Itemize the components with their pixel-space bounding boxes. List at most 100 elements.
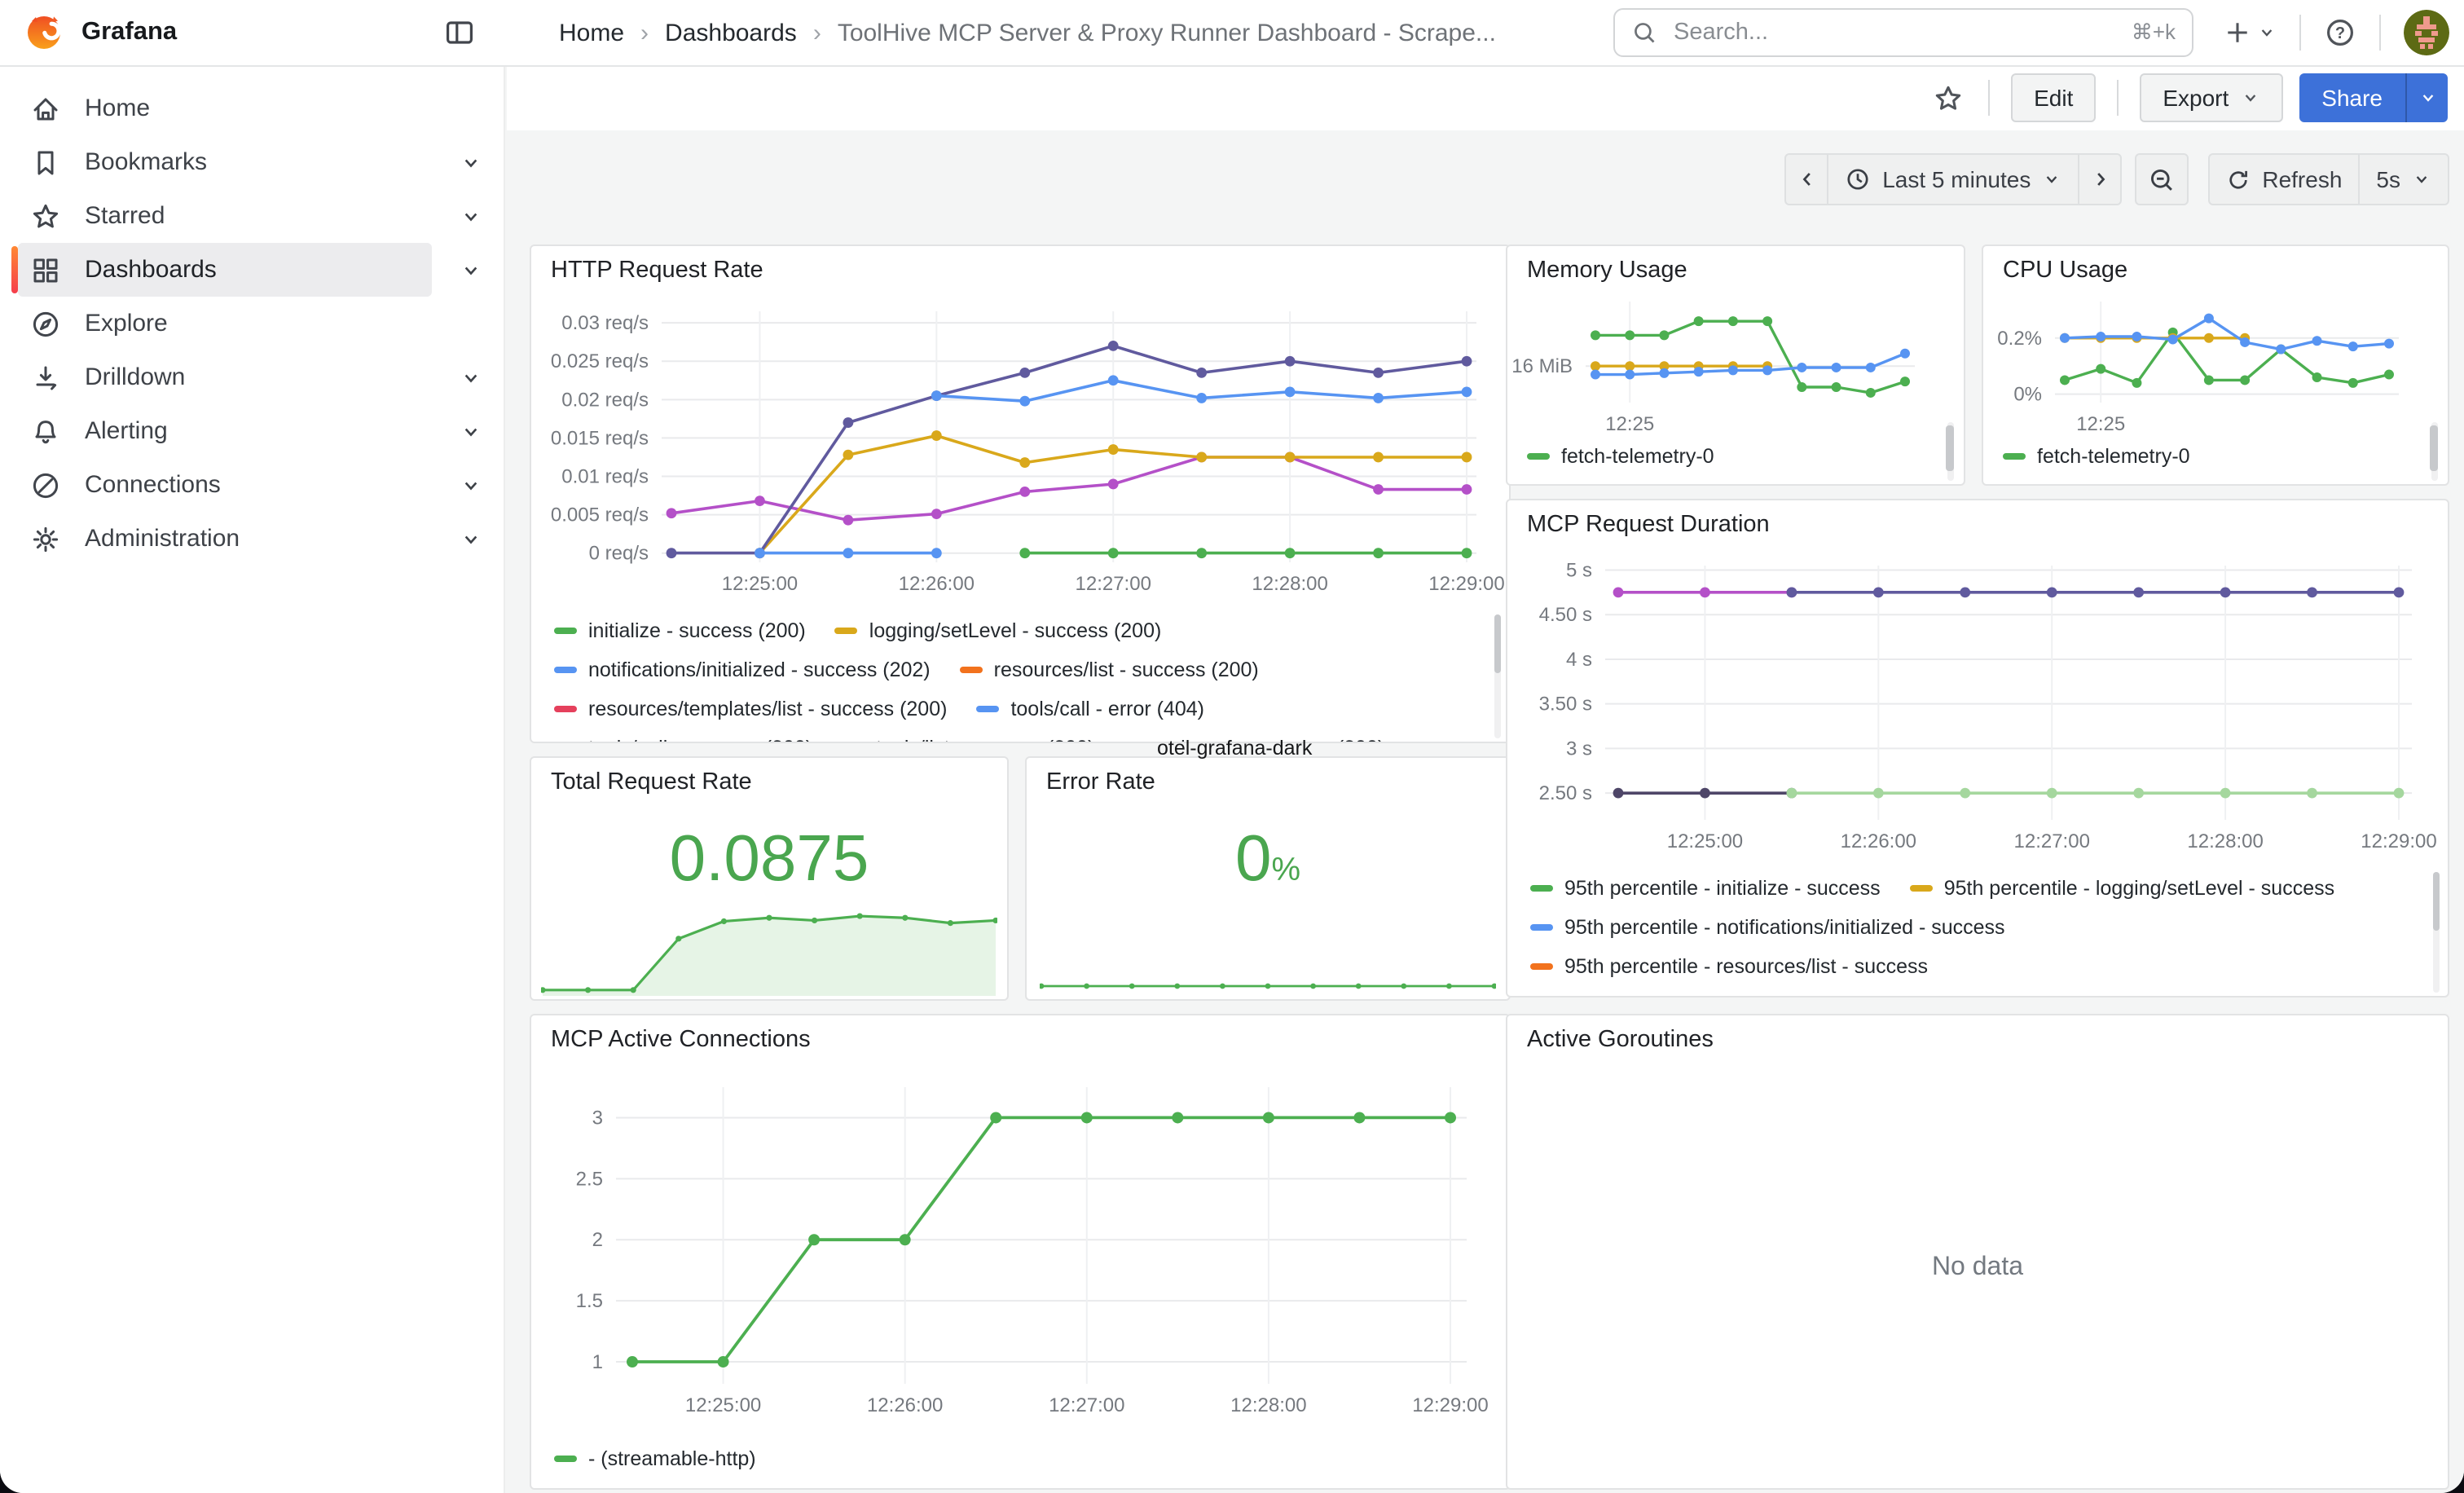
sidebar-item-home[interactable]: Home xyxy=(0,81,504,135)
memory-usage-chart: 16 MiB12:25 xyxy=(1514,288,1941,432)
breadcrumb-current: ToolHive MCP Server & Proxy Runner Dashb… xyxy=(838,19,1496,46)
legend-swatch xyxy=(2003,453,2026,460)
legend-item[interactable]: fetch-telemetry-0 xyxy=(1527,445,1714,468)
export-button[interactable]: Export xyxy=(2140,73,2282,122)
connections-legend: - (streamable-http) xyxy=(554,1439,756,1478)
mcp-request-duration-chart: 5 s4.50 s4 s3.50 s3 s2.50 s12:25:0012:26… xyxy=(1524,549,2435,862)
share-split-button: Share xyxy=(2299,73,2448,122)
sidebar-item-drilldown[interactable]: Drilldown xyxy=(0,350,504,404)
chevron-down-icon[interactable] xyxy=(460,366,482,389)
edit-button[interactable]: Edit xyxy=(2011,73,2096,122)
search-input[interactable] xyxy=(1670,18,2132,47)
legend-scrollbar[interactable] xyxy=(2430,425,2438,471)
chevron-down-icon[interactable] xyxy=(460,527,482,550)
sidebar-item-connections[interactable]: Connections xyxy=(0,458,504,512)
legend-item[interactable]: 95th percentile - notifications/initiali… xyxy=(1530,916,2005,939)
legend-item[interactable]: fetch-telemetry-0 xyxy=(2003,445,2190,468)
legend-scrollbar[interactable] xyxy=(1946,425,1954,471)
share-button[interactable]: Share xyxy=(2299,73,2405,122)
search-box[interactable]: ⌘+k xyxy=(1613,8,2193,57)
svg-text:12:27:00: 12:27:00 xyxy=(2014,830,2090,852)
panel-title[interactable]: MCP Request Duration xyxy=(1527,512,1770,538)
legend-item[interactable]: logging/setLevel - success (200) xyxy=(835,619,1162,642)
favorite-star-button[interactable] xyxy=(1929,79,1967,117)
refresh-interval-button[interactable]: 5s xyxy=(2358,153,2449,205)
chevron-down-icon[interactable] xyxy=(460,420,482,443)
legend-item[interactable]: 95th percentile - resources/templates/li… xyxy=(1530,994,2022,996)
legend-item[interactable]: 95th percentile - logging/setLevel - suc… xyxy=(1910,877,2334,900)
help-icon: ? xyxy=(2324,16,2356,49)
legend-item[interactable]: 95th percentile - initialize - success xyxy=(1530,877,1881,900)
legend-item[interactable]: resources/templates/list - success (200) xyxy=(554,698,947,720)
stat-value: 0.0875 xyxy=(531,826,1007,892)
panel-mcp-request-duration: MCP Request Duration 5 s4.50 s4 s3.50 s3… xyxy=(1506,499,2449,998)
panel-title[interactable]: MCP Active Connections xyxy=(551,1027,811,1053)
legend-label: 95th percentile - notifications/initiali… xyxy=(1564,916,2005,939)
legend-scrollbar[interactable] xyxy=(2433,872,2440,931)
sidebar-item-label: Connections xyxy=(85,471,221,499)
sidebar-item-label: Dashboards xyxy=(85,256,217,284)
mcp-active-connections-chart: 11.522.5312:25:0012:26:0012:27:0012:28:0… xyxy=(548,1068,1496,1429)
sidebar-item-administration[interactable]: Administration xyxy=(0,512,504,566)
sidebar-toggle-button[interactable] xyxy=(440,13,479,52)
sidebar-item-label: Bookmarks xyxy=(85,148,207,176)
svg-text:4 s: 4 s xyxy=(1566,649,1592,671)
legend-item[interactable]: tools/call - error (404) xyxy=(976,698,1204,720)
legend-item[interactable]: - (streamable-http) xyxy=(554,1447,756,1470)
legend-item[interactable]: initialize - success (200) xyxy=(554,619,806,642)
new-button[interactable] xyxy=(2220,15,2280,51)
panel-memory-usage: Memory Usage 16 MiB12:25 fetch-telemetry… xyxy=(1506,244,1965,486)
legend-swatch xyxy=(960,667,983,673)
http-legend: initialize - success (200) logging/setLev… xyxy=(554,611,1460,742)
star-icon xyxy=(1933,82,1964,113)
svg-text:0.2%: 0.2% xyxy=(1997,328,2042,350)
chevron-down-icon[interactable] xyxy=(460,205,482,227)
legend-item[interactable]: unknown - success (200) xyxy=(1124,737,1384,742)
panel-title[interactable]: HTTP Request Rate xyxy=(551,258,763,284)
legend-scrollbar[interactable] xyxy=(1494,614,1501,673)
gear-icon xyxy=(29,522,62,555)
help-button[interactable]: ? xyxy=(2321,13,2360,52)
legend-label: tools/call - success (200) xyxy=(588,737,812,742)
panel-title[interactable]: Error Rate xyxy=(1046,769,1155,795)
chevron-down-icon[interactable] xyxy=(460,151,482,174)
user-avatar[interactable] xyxy=(2404,10,2449,55)
time-range-button[interactable]: Last 5 minutes xyxy=(1827,153,2079,205)
sidebar-item-explore[interactable]: Explore xyxy=(0,297,504,350)
breadcrumb-home[interactable]: Home xyxy=(559,19,624,46)
chevron-down-icon[interactable] xyxy=(460,473,482,496)
panel-title[interactable]: CPU Usage xyxy=(2003,258,2127,284)
svg-text:16 MiB: 16 MiB xyxy=(1511,355,1573,377)
legend-item[interactable]: tools/list - success (200) xyxy=(842,737,1094,742)
zoom-out-icon xyxy=(2148,165,2176,193)
sidebar-item-dashboards[interactable]: Dashboards xyxy=(0,243,504,297)
zoom-out-button[interactable] xyxy=(2135,153,2189,205)
legend-item[interactable]: resources/list - success (200) xyxy=(960,658,1259,681)
panel-title[interactable]: Memory Usage xyxy=(1527,258,1687,284)
chevron-down-icon[interactable] xyxy=(460,258,482,281)
share-dropdown-button[interactable] xyxy=(2405,73,2448,122)
legend-swatch xyxy=(554,706,577,712)
legend-item[interactable]: 95th percentile - resources/list - succe… xyxy=(1530,955,1928,978)
sidebar-item-label: Administration xyxy=(85,525,240,553)
svg-text:2.5: 2.5 xyxy=(576,1168,603,1190)
bell-icon xyxy=(29,415,62,447)
legend-swatch xyxy=(1530,885,1553,892)
sidebar-list: Home Bookmarks Starred Dashboards ExploreDri… xyxy=(0,81,504,566)
sidebar-item-alerting[interactable]: Alerting xyxy=(0,404,504,458)
legend-label: initialize - success (200) xyxy=(588,619,806,642)
panel-title[interactable]: Total Request Rate xyxy=(551,769,752,795)
sidebar-item-bookmarks[interactable]: Bookmarks xyxy=(0,135,504,189)
svg-text:4.50 s: 4.50 s xyxy=(1539,604,1592,626)
legend-item[interactable]: notifications/initialized - success (202… xyxy=(554,658,931,681)
refresh-label: Refresh xyxy=(2262,166,2342,192)
chevron-down-icon xyxy=(2042,170,2061,189)
breadcrumb-dashboards[interactable]: Dashboards xyxy=(665,19,797,46)
svg-text:1: 1 xyxy=(592,1351,603,1373)
refresh-button[interactable]: Refresh xyxy=(2208,153,2360,205)
time-forward-button[interactable] xyxy=(2078,153,2122,205)
error-rate-sparkline xyxy=(1040,970,1496,993)
sidebar-item-starred[interactable]: Starred xyxy=(0,189,504,243)
legend-item[interactable]: tools/call - success (200) xyxy=(554,737,812,742)
time-back-button[interactable] xyxy=(1784,153,1828,205)
